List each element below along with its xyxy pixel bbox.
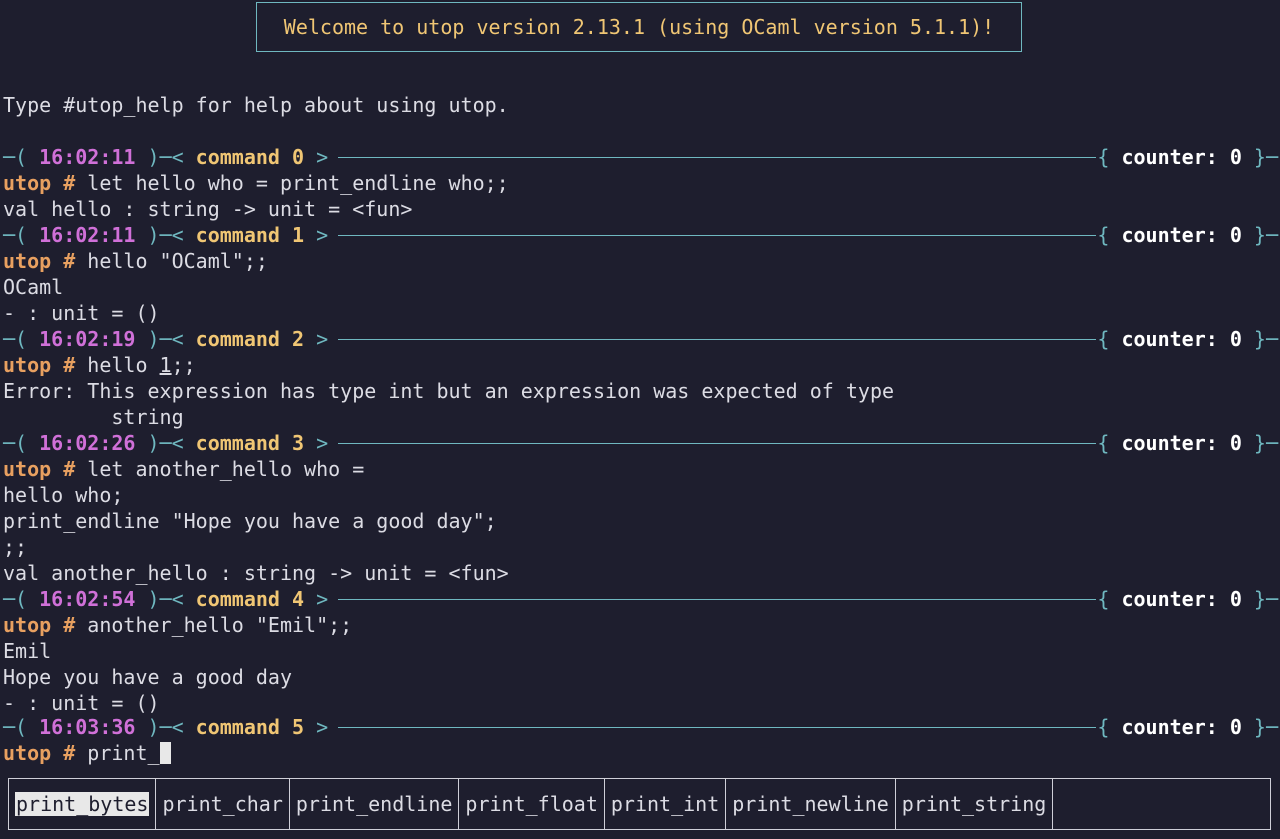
output-line: val another_hello : string -> unit = <fu… [3,561,509,585]
completion-item-print-endline[interactable]: print_endline [290,779,460,829]
timestamp: 16:02:11 [39,145,136,169]
output-line: OCaml [3,275,64,299]
output-line: val hello : string -> unit = <fun> [3,197,413,221]
counter-value: 0 [1229,431,1242,455]
counter-value: 0 [1229,223,1242,247]
timestamp: 16:02:26 [39,431,136,455]
prompt: utop # [3,249,76,273]
timestamp: 16:02:19 [39,327,136,351]
counter-value: 0 [1229,145,1242,169]
completion-bar: print_bytes print_char print_endline pri… [8,778,1271,830]
input-line: print_endline "Hope you have a good day"… [3,509,497,533]
counter-label: counter: [1121,431,1218,455]
help-text: Type #utop_help for help about using uto… [3,93,509,117]
command-label: command [195,715,280,739]
input-line: utop # hello "OCaml";; [3,249,268,273]
completion-item-print-int[interactable]: print_int [605,779,727,829]
text-cursor [159,742,171,764]
command-separator: ─( 16:02:54 )─< command 4 > { counter: 0… [3,587,1278,611]
timestamp: 16:02:11 [39,223,136,247]
command-separator: ─( 16:02:19 )─< command 2 > { counter: 0… [3,327,1278,351]
counter-label: counter: [1121,223,1218,247]
repl-input[interactable]: utop # print_ [3,740,171,766]
command-separator: ─( 16:02:11 )─< command 0 > { counter: 0… [3,145,1278,169]
prompt: utop # [3,353,76,377]
welcome-banner: Welcome to utop version 2.13.1 (using OC… [256,2,1022,52]
command-separator: ─( 16:02:26 )─< command 3 > { counter: 0… [3,431,1278,455]
output-line: - : unit = () [3,301,160,325]
prompt: utop # [3,171,76,195]
command-label: command [195,327,280,351]
completion-item-print-newline[interactable]: print_newline [726,779,896,829]
completion-item-print-bytes[interactable]: print_bytes [9,779,157,829]
counter-label: counter: [1121,715,1218,739]
command-label: command [195,587,280,611]
error-message: string [3,405,184,429]
counter-value: 0 [1229,715,1242,739]
command-separator: ─( 16:02:11 )─< command 1 > { counter: 0… [3,223,1278,247]
completion-item-print-char[interactable]: print_char [156,779,290,829]
output-line: Emil [3,639,52,663]
timestamp: 16:02:54 [39,587,136,611]
command-separator: ─( 16:03:36 )─< command 5 > { counter: 0… [3,715,1278,739]
input-line: utop # hello 1;; [3,353,196,377]
current-input[interactable]: print_ [75,741,159,765]
counter-value: 0 [1229,327,1242,351]
counter-value: 0 [1229,587,1242,611]
command-number: 3 [292,431,305,455]
output-line: Hope you have a good day [3,665,292,689]
command-number: 1 [292,223,305,247]
timestamp: 16:03:36 [39,715,136,739]
counter-label: counter: [1121,145,1218,169]
command-number: 5 [292,715,305,739]
output-line: - : unit = () [3,691,160,715]
error-location: 1 [159,353,172,377]
input-line: utop # another_hello "Emil";; [3,613,353,637]
completion-item-print-float[interactable]: print_float [459,779,605,829]
input-line: ;; [3,535,28,559]
input-line: hello who; [3,483,124,507]
counter-label: counter: [1121,327,1218,351]
command-number: 2 [292,327,305,351]
prompt: utop # [3,741,76,765]
command-number: 0 [292,145,305,169]
command-label: command [195,431,280,455]
completion-item-print-string[interactable]: print_string [896,779,1054,829]
input-line: utop # let another_hello who = [3,457,365,481]
command-label: command [195,223,280,247]
counter-label: counter: [1121,587,1218,611]
prompt: utop # [3,613,76,637]
command-label: command [195,145,280,169]
command-number: 4 [292,587,305,611]
input-line: utop # let hello who = print_endline who… [3,171,509,195]
prompt: utop # [3,457,76,481]
error-message: Error: This expression has type int but … [3,379,895,403]
